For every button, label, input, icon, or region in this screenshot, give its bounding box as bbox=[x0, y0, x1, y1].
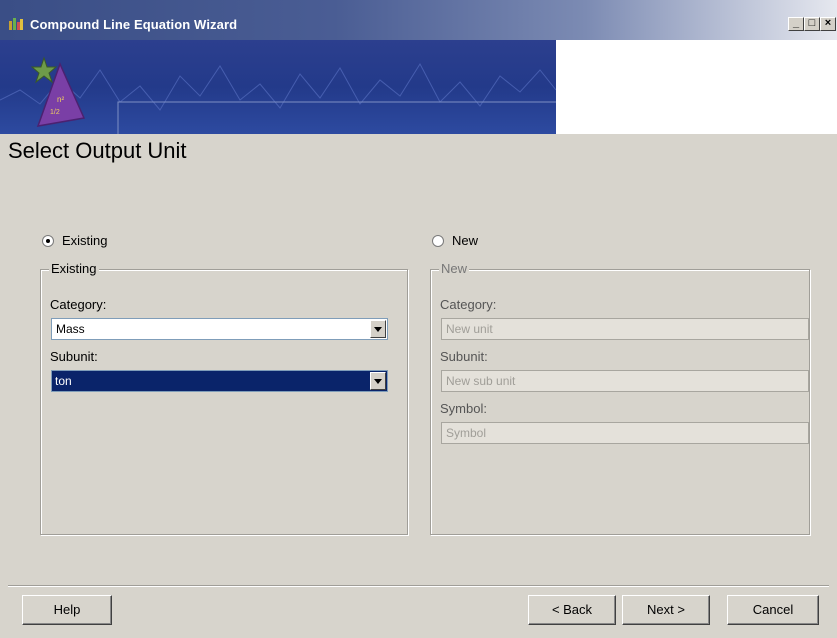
new-subunit-field[interactable]: New sub unit bbox=[441, 370, 809, 392]
next-button[interactable]: Next > bbox=[622, 595, 710, 625]
new-radio-label: New bbox=[452, 233, 479, 248]
chevron-down-icon[interactable] bbox=[370, 372, 386, 390]
new-category-field[interactable]: New unit bbox=[441, 318, 809, 340]
wizard-window: Compound Line Equation Wizard _ □ × n² 1… bbox=[0, 0, 837, 638]
help-button[interactable]: Help bbox=[22, 595, 112, 625]
new-groupbox: New Category: New unit Subunit: New sub … bbox=[430, 261, 810, 535]
close-button[interactable]: × bbox=[820, 17, 836, 31]
existing-groupbox: Existing Category: Mass Subunit: ton bbox=[40, 261, 408, 535]
existing-radio[interactable]: Existing bbox=[42, 233, 108, 248]
minimize-icon: _ bbox=[792, 17, 800, 29]
new-group-title: New bbox=[439, 261, 470, 276]
maximize-button[interactable]: □ bbox=[804, 17, 820, 31]
new-radio[interactable]: New bbox=[432, 233, 478, 248]
existing-subunit-label: Subunit: bbox=[50, 349, 98, 364]
back-button[interactable]: < Back bbox=[528, 595, 616, 625]
existing-group-title: Existing bbox=[49, 261, 99, 276]
subunit-value: ton bbox=[55, 374, 72, 388]
banner-art: n² 1/2 bbox=[0, 40, 556, 134]
wizard-hat-icon: n² 1/2 bbox=[30, 56, 86, 127]
minimize-button[interactable]: _ bbox=[788, 17, 804, 31]
chevron-down-icon[interactable] bbox=[370, 320, 386, 338]
existing-radio-label: Existing bbox=[62, 233, 108, 248]
existing-category-label: Category: bbox=[50, 297, 107, 312]
close-icon: × bbox=[824, 17, 832, 29]
radio-selected-icon bbox=[42, 234, 54, 247]
subunit-dropdown[interactable]: ton bbox=[51, 370, 388, 392]
wizard-client-area: Select Output Unit Existing New Existing… bbox=[0, 134, 837, 638]
maximize-icon: □ bbox=[808, 17, 816, 29]
wizard-app-icon bbox=[9, 18, 23, 30]
category-value: Mass bbox=[56, 322, 85, 336]
page-title: Select Output Unit bbox=[8, 138, 187, 163]
category-dropdown[interactable]: Mass bbox=[51, 318, 388, 340]
wizard-banner: n² 1/2 bbox=[0, 40, 837, 134]
title-bar[interactable]: Compound Line Equation Wizard _ □ × bbox=[0, 0, 837, 40]
new-subunit-label: Subunit: bbox=[440, 349, 488, 364]
footer-divider bbox=[8, 585, 829, 587]
cancel-button[interactable]: Cancel bbox=[727, 595, 819, 625]
new-category-label: Category: bbox=[440, 297, 497, 312]
radio-unselected-icon bbox=[432, 234, 444, 247]
window-title: Compound Line Equation Wizard bbox=[30, 17, 238, 32]
svg-text:n²: n² bbox=[57, 95, 64, 104]
new-symbol-field[interactable]: Symbol bbox=[441, 422, 809, 444]
new-symbol-label: Symbol: bbox=[440, 401, 487, 416]
svg-text:1/2: 1/2 bbox=[50, 109, 60, 116]
